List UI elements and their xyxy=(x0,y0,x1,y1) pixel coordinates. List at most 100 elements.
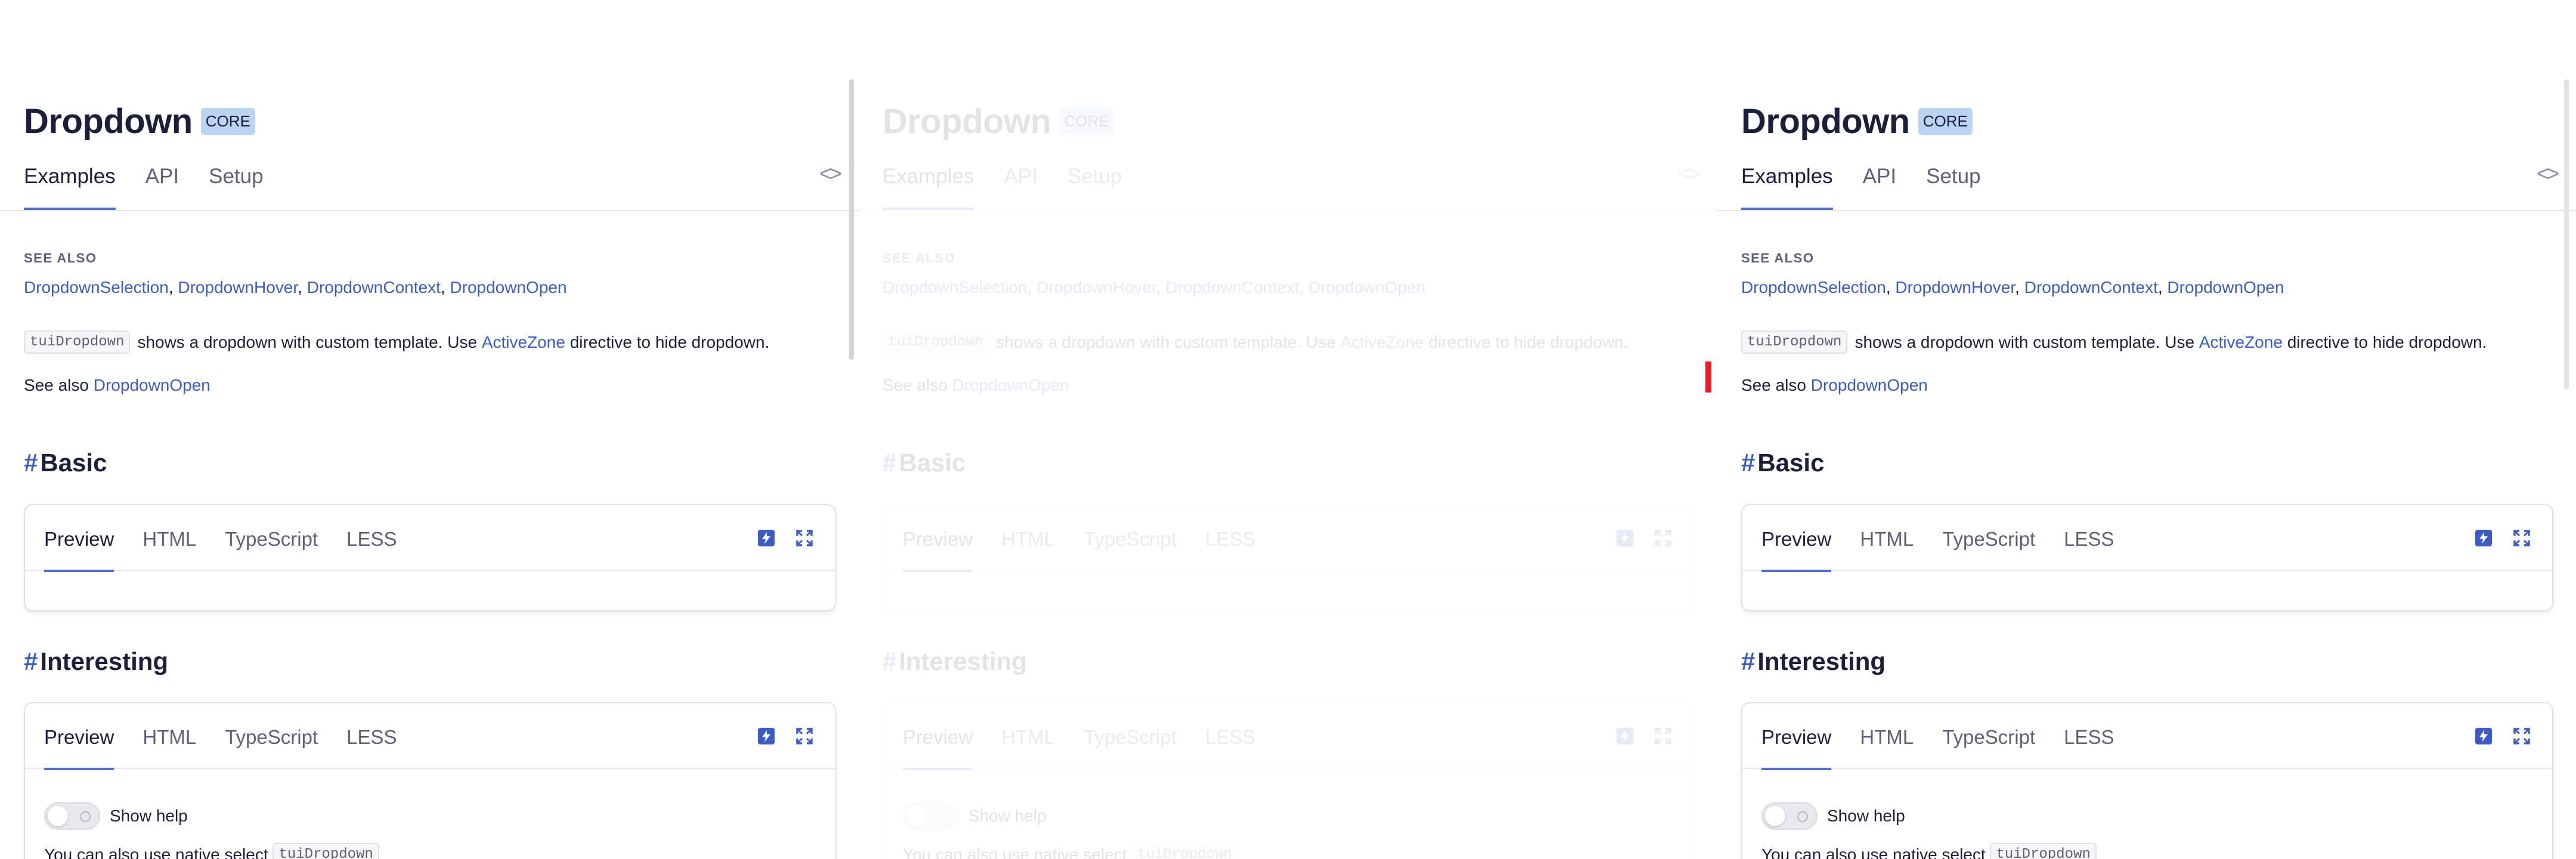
tab-examples[interactable]: Examples xyxy=(24,161,116,210)
tab-typescript[interactable]: TypeScript xyxy=(1083,703,1176,769)
help-text: You can also use native select tuiDropdo… xyxy=(44,843,386,859)
tab-html[interactable]: HTML xyxy=(143,505,196,571)
stackblitz-icon[interactable] xyxy=(1616,727,1634,745)
tab-preview[interactable]: Preview xyxy=(1761,703,1832,770)
link-dropdown-open[interactable]: DropdownOpen xyxy=(2167,278,2284,296)
fullscreen-icon[interactable] xyxy=(795,529,813,547)
tab-html[interactable]: HTML xyxy=(1860,505,1914,571)
link-dropdown-context[interactable]: DropdownContext xyxy=(307,278,441,296)
tab-typescript[interactable]: TypeScript xyxy=(1942,505,2035,571)
tabs-divider xyxy=(1717,210,2576,211)
link-dropdown-selection[interactable]: DropdownSelection xyxy=(883,278,1027,296)
tab-html[interactable]: HTML xyxy=(1001,703,1055,769)
link-dropdown-context[interactable]: DropdownContext xyxy=(2024,278,2158,296)
stackblitz-icon[interactable] xyxy=(1616,529,1634,547)
tab-less[interactable]: LESS xyxy=(1205,505,1255,571)
anchor-hash[interactable]: # xyxy=(24,449,38,477)
link-dropdown-selection[interactable]: DropdownSelection xyxy=(1741,278,1886,296)
tab-typescript[interactable]: TypeScript xyxy=(1083,505,1176,571)
link-dropdown-hover[interactable]: DropdownHover xyxy=(1036,278,1156,296)
link-active-zone[interactable]: ActiveZone xyxy=(482,333,565,352)
link-dropdown-open[interactable]: DropdownOpen xyxy=(450,278,566,296)
link-see-also-dropdown-open[interactable]: DropdownOpen xyxy=(952,376,1069,394)
show-help-row: Show help xyxy=(903,802,1046,830)
anchor-hash[interactable]: # xyxy=(24,647,38,676)
code-toggle-icon[interactable]: <> xyxy=(2537,161,2559,186)
tab-less[interactable]: LESS xyxy=(346,505,397,571)
tab-preview[interactable]: Preview xyxy=(903,703,973,770)
link-dropdown-open[interactable]: DropdownOpen xyxy=(1308,278,1425,296)
example-card-interesting: Preview HTML TypeScript LESS Show help Y… xyxy=(883,702,1695,859)
anchor-hash[interactable]: # xyxy=(1741,449,1755,477)
anchor-hash[interactable]: # xyxy=(883,449,896,477)
section-heading-basic: # Basic xyxy=(24,449,107,477)
code-chip: tuiDropdown xyxy=(1131,843,1238,859)
tab-less[interactable]: LESS xyxy=(1205,703,1255,769)
tab-api[interactable]: API xyxy=(1863,161,1896,210)
stackblitz-icon[interactable] xyxy=(2475,529,2493,547)
link-dropdown-hover[interactable]: DropdownHover xyxy=(178,278,298,296)
example-tabs: Preview HTML TypeScript LESS xyxy=(25,505,835,572)
show-help-toggle[interactable] xyxy=(1761,802,1818,830)
fullscreen-icon[interactable] xyxy=(2513,727,2531,745)
tab-less[interactable]: LESS xyxy=(2064,703,2114,769)
card-icons xyxy=(737,529,813,547)
tab-setup[interactable]: Setup xyxy=(1067,161,1122,210)
show-help-toggle[interactable] xyxy=(903,802,959,830)
see-also-links: DropdownSelection, DropdownHover, Dropdo… xyxy=(24,278,567,296)
tab-less[interactable]: LESS xyxy=(2064,505,2114,571)
example-tabs: Preview HTML TypeScript LESS xyxy=(1742,505,2552,572)
tab-typescript[interactable]: TypeScript xyxy=(225,703,318,769)
tab-api[interactable]: API xyxy=(145,161,179,210)
tab-api[interactable]: API xyxy=(1004,161,1038,210)
tab-examples[interactable]: Examples xyxy=(883,161,974,210)
fullscreen-icon[interactable] xyxy=(1654,727,1672,745)
tab-typescript[interactable]: TypeScript xyxy=(225,505,318,571)
section-heading-interesting: # Interesting xyxy=(24,647,169,676)
tab-html[interactable]: HTML xyxy=(1860,703,1914,769)
fullscreen-icon[interactable] xyxy=(2513,529,2531,547)
link-see-also-dropdown-open[interactable]: DropdownOpen xyxy=(94,376,210,394)
card-icons xyxy=(2454,529,2531,547)
link-active-zone[interactable]: ActiveZone xyxy=(1340,333,1424,352)
link-active-zone[interactable]: ActiveZone xyxy=(2199,333,2283,352)
stackblitz-icon[interactable] xyxy=(757,529,775,547)
scrollbar[interactable] xyxy=(2564,79,2569,390)
fullscreen-icon[interactable] xyxy=(1654,529,1672,547)
tab-html[interactable]: HTML xyxy=(143,703,196,769)
link-see-also-dropdown-open[interactable]: DropdownOpen xyxy=(1811,376,1928,394)
anchor-hash[interactable]: # xyxy=(883,647,896,676)
tab-preview[interactable]: Preview xyxy=(903,505,973,572)
card-icons xyxy=(1596,727,1672,745)
page-title-row: Dropdown CORE xyxy=(883,101,1114,141)
core-badge: CORE xyxy=(1918,108,1973,135)
toggle-knob xyxy=(48,806,68,826)
tab-examples[interactable]: Examples xyxy=(1741,161,1833,210)
tab-setup[interactable]: Setup xyxy=(1926,161,1980,210)
tab-preview[interactable]: Preview xyxy=(44,703,114,770)
toggle-off-icon xyxy=(939,811,949,822)
toggle-off-icon xyxy=(80,811,91,822)
page-tabs: Examples API Setup xyxy=(1741,161,2011,210)
scrollbar[interactable] xyxy=(849,79,854,360)
code-toggle-icon[interactable]: <> xyxy=(819,161,842,186)
tab-less[interactable]: LESS xyxy=(346,703,397,769)
link-dropdown-hover[interactable]: DropdownHover xyxy=(1895,278,2015,296)
tab-preview[interactable]: Preview xyxy=(1761,505,1832,572)
tab-preview[interactable]: Preview xyxy=(44,505,114,572)
code-chip: tuiDropdown xyxy=(273,843,379,859)
show-help-toggle[interactable] xyxy=(44,802,100,830)
see-also-line: See also DropdownOpen xyxy=(883,376,1069,394)
screen-panel-2: Dropdown CORE Examples API Setup <> SEE … xyxy=(859,0,1717,859)
stackblitz-icon[interactable] xyxy=(2475,727,2493,745)
tab-setup[interactable]: Setup xyxy=(209,161,263,210)
link-dropdown-selection[interactable]: DropdownSelection xyxy=(24,278,169,296)
fullscreen-icon[interactable] xyxy=(795,727,813,745)
link-dropdown-context[interactable]: DropdownContext xyxy=(1166,278,1299,296)
tab-html[interactable]: HTML xyxy=(1001,505,1055,571)
example-tabs: Preview HTML TypeScript LESS xyxy=(884,703,1693,770)
code-toggle-icon[interactable]: <> xyxy=(1678,161,1701,186)
anchor-hash[interactable]: # xyxy=(1741,647,1755,676)
tab-typescript[interactable]: TypeScript xyxy=(1942,703,2035,769)
stackblitz-icon[interactable] xyxy=(757,727,775,745)
